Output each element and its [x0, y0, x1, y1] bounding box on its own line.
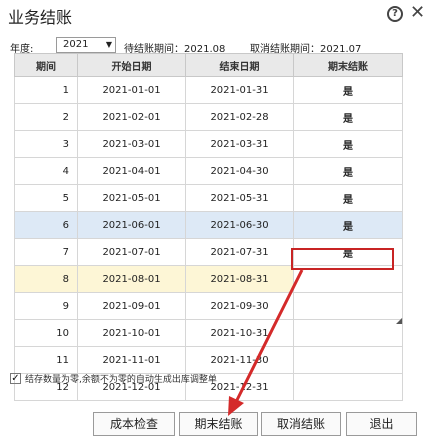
table-row[interactable]: 10 2021-10-01 2021-10-31 [14, 319, 403, 347]
period-cell: 11 [14, 346, 78, 374]
period-closed-cell [293, 319, 403, 347]
period-cell: 1 [14, 76, 78, 104]
table-row[interactable]: 3 2021-03-01 2021-03-31 是 [14, 130, 403, 158]
period-cell: 6 [14, 211, 78, 239]
start-date-cell: 2021-11-01 [77, 346, 186, 374]
end-date-cell: 2021-06-30 [185, 211, 294, 239]
auto-adjust-option[interactable]: ✓ 结存数量为零,余额不为零的自动生成出库调整单 [10, 372, 217, 385]
title-bar: 业务结账 ? ✕ [0, 0, 433, 30]
year-value: 2021 [63, 39, 89, 50]
resize-mark: ◢ [396, 316, 403, 325]
table-row[interactable]: 4 2021-04-01 2021-04-30 是 [14, 157, 403, 185]
period-closed-cell: 是 [293, 184, 403, 212]
end-date-cell: 2021-10-31 [185, 319, 294, 347]
start-date-cell: 2021-09-01 [77, 292, 186, 320]
table-row[interactable]: 1 2021-01-01 2021-01-31 是 [14, 76, 403, 104]
highlight-box [291, 248, 394, 270]
year-select[interactable]: 2021 ▼ [56, 37, 116, 53]
table-header-row: 期间 开始日期 结束日期 期末结账 [14, 53, 403, 77]
table-row[interactable]: 9 2021-09-01 2021-09-30 [14, 292, 403, 320]
period-closed-cell: 是 [293, 130, 403, 158]
close-icon[interactable]: ✕ [410, 3, 425, 23]
table-row[interactable]: 6 2021-06-01 2021-06-30 是 [14, 211, 403, 239]
period-closed-cell: 是 [293, 157, 403, 185]
table-row[interactable]: 2 2021-02-01 2021-02-28 是 [14, 103, 403, 131]
period-closed-cell [293, 346, 403, 374]
auto-adjust-label: 结存数量为零,余额不为零的自动生成出库调整单 [25, 375, 217, 385]
start-date-cell: 2021-04-01 [77, 157, 186, 185]
period-cell: 7 [14, 238, 78, 266]
header-end-date[interactable]: 结束日期 [185, 53, 294, 77]
end-date-cell: 2021-04-30 [185, 157, 294, 185]
period-closed-cell: 是 [293, 76, 403, 104]
cost-check-button[interactable]: 成本检查 [93, 412, 175, 436]
chevron-down-icon: ▼ [105, 40, 112, 49]
period-cell: 8 [14, 265, 78, 293]
end-date-cell: 2021-07-31 [185, 238, 294, 266]
start-date-cell: 2021-07-01 [77, 238, 186, 266]
exit-button[interactable]: 退出 [346, 412, 417, 436]
start-date-cell: 2021-03-01 [77, 130, 186, 158]
period-cell: 2 [14, 103, 78, 131]
end-date-cell: 2021-05-31 [185, 184, 294, 212]
period-close-button[interactable]: 期末结账 [179, 412, 258, 436]
start-date-cell: 2021-01-01 [77, 76, 186, 104]
header-period-closed[interactable]: 期末结账 [293, 53, 403, 77]
auto-adjust-checkbox[interactable]: ✓ [10, 373, 21, 384]
period-cell: 5 [14, 184, 78, 212]
start-date-cell: 2021-02-01 [77, 103, 186, 131]
period-closed-cell: 是 [293, 103, 403, 131]
help-icon[interactable]: ? [387, 6, 403, 22]
period-closed-cell [293, 292, 403, 320]
end-date-cell: 2021-08-31 [185, 265, 294, 293]
period-cell: 9 [14, 292, 78, 320]
start-date-cell: 2021-08-01 [77, 265, 186, 293]
period-cell: 10 [14, 319, 78, 347]
period-table: 期间 开始日期 结束日期 期末结账 1 2021-01-01 2021-01-31 是… [14, 53, 403, 401]
period-closed-cell [293, 373, 403, 401]
cancel-close-button[interactable]: 取消结账 [261, 412, 341, 436]
header-period[interactable]: 期间 [14, 53, 78, 77]
window-title: 业务结账 [8, 8, 73, 27]
table-row[interactable]: 11 2021-11-01 2021-11-30 [14, 346, 403, 374]
end-date-cell: 2021-03-31 [185, 130, 294, 158]
start-date-cell: 2021-05-01 [77, 184, 186, 212]
start-date-cell: 2021-06-01 [77, 211, 186, 239]
period-cell: 3 [14, 130, 78, 158]
header-start-date[interactable]: 开始日期 [77, 53, 186, 77]
end-date-cell: 2021-09-30 [185, 292, 294, 320]
period-cell: 4 [14, 157, 78, 185]
end-date-cell: 2021-01-31 [185, 76, 294, 104]
end-date-cell: 2021-11-30 [185, 346, 294, 374]
period-closed-cell: 是 [293, 211, 403, 239]
start-date-cell: 2021-10-01 [77, 319, 186, 347]
table-row[interactable]: 5 2021-05-01 2021-05-31 是 [14, 184, 403, 212]
end-date-cell: 2021-02-28 [185, 103, 294, 131]
